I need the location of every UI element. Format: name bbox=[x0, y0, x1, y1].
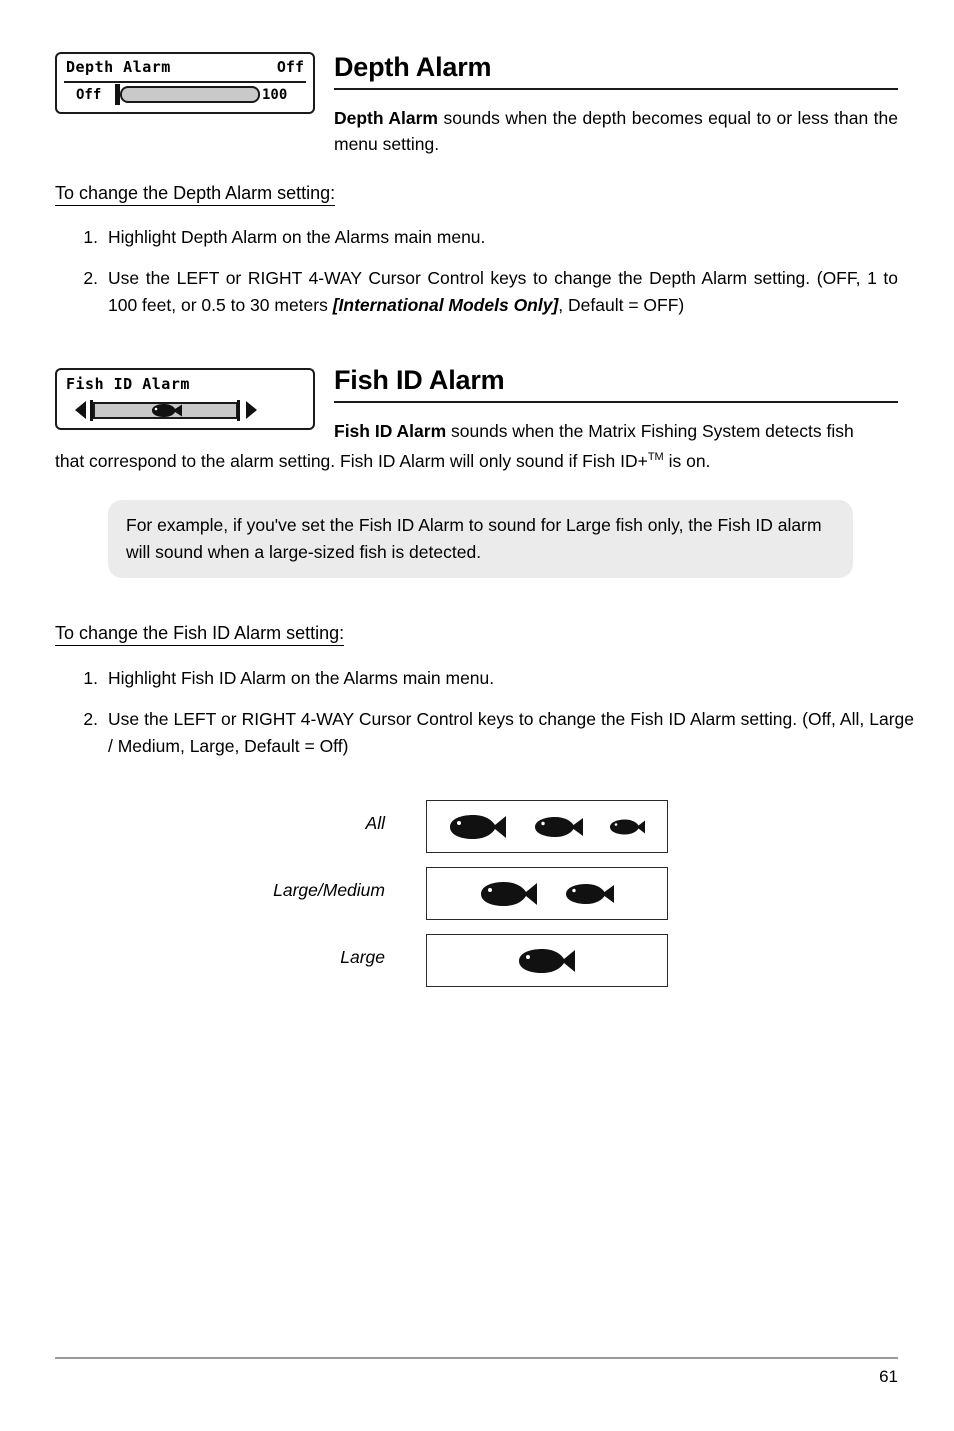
fish-id-alarm-intro-line2: that correspond to the alarm setting. Fi… bbox=[55, 444, 898, 474]
fish-option-label-all: All bbox=[365, 813, 385, 833]
example-callout-box: For example, if you've set the Fish ID A… bbox=[108, 500, 853, 578]
depth-alarm-lcd-header: Depth Alarm Off bbox=[64, 57, 306, 83]
fish-id-alarm-selector-tick-left bbox=[90, 400, 93, 421]
footer-divider bbox=[55, 1357, 898, 1359]
fish-id-alarm-intro-line2-text: that correspond to the alarm setting. Fi… bbox=[55, 450, 648, 471]
fish-id-alarm-intro-bold: Fish ID Alarm bbox=[334, 421, 447, 441]
fish-id-alarm-lcd-label: Fish ID Alarm bbox=[66, 375, 190, 393]
depth-alarm-step-2-text-c: , Default = OFF) bbox=[558, 295, 685, 315]
depth-alarm-step-2-number: 2. bbox=[83, 268, 98, 288]
example-callout-text: For example, if you've set the Fish ID A… bbox=[126, 515, 822, 562]
fish-option-box-large bbox=[426, 934, 668, 987]
depth-alarm-intro-bold: Depth Alarm bbox=[334, 108, 438, 128]
fish-id-alarm-step-1-number: 1. bbox=[83, 668, 98, 688]
fish-id-alarm-subheading: To change the Fish ID Alarm setting: bbox=[55, 623, 345, 646]
fish-option-label-large-medium: Large/Medium bbox=[273, 880, 385, 900]
left-arrow-icon bbox=[75, 401, 86, 419]
depth-alarm-heading: Depth Alarm bbox=[334, 52, 492, 82]
depth-alarm-subheading: To change the Depth Alarm setting: bbox=[55, 183, 336, 206]
fish-icon-medium bbox=[563, 881, 617, 907]
fish-id-alarm-intro-line2-tail: is on. bbox=[663, 450, 711, 471]
depth-alarm-intro-paragraph: Depth Alarm sounds when the depth become… bbox=[334, 105, 898, 157]
fish-icon-large bbox=[477, 879, 541, 909]
fish-icon-small bbox=[608, 817, 648, 837]
fish-id-alarm-intro-line1: Fish ID Alarm sounds when the Matrix Fis… bbox=[334, 418, 898, 444]
fish-id-alarm-intro-line1-text: sounds when the Matrix Fishing System de… bbox=[446, 421, 854, 441]
depth-alarm-lcd-slider-row: Off 100 bbox=[64, 84, 306, 108]
depth-alarm-slider-min-label: Off bbox=[76, 87, 102, 103]
fish-icon-large bbox=[446, 812, 510, 842]
depth-alarm-slider-knob bbox=[115, 84, 120, 105]
fish-id-alarm-step-1-text: Highlight Fish ID Alarm on the Alarms ma… bbox=[108, 668, 495, 688]
fish-id-alarm-heading: Fish ID Alarm bbox=[334, 365, 505, 395]
fish-id-alarm-step-2-text: Use the LEFT or RIGHT 4-WAY Cursor Contr… bbox=[108, 709, 914, 756]
fish-id-alarm-step-2-number: 2. bbox=[83, 709, 98, 729]
fish-option-box-all-icons bbox=[427, 801, 667, 852]
depth-alarm-lcd-widget: Depth Alarm Off Off 100 bbox=[55, 52, 315, 114]
trademark-symbol: TM bbox=[647, 451, 664, 463]
fish-id-alarm-heading-rule bbox=[334, 401, 898, 403]
depth-alarm-step-2-text: Use the LEFT or RIGHT 4-WAY Cursor Contr… bbox=[108, 265, 898, 319]
depth-alarm-step-1-number: 1. bbox=[83, 227, 98, 247]
fish-icon-small bbox=[144, 401, 186, 420]
fish-icon-medium bbox=[532, 814, 586, 840]
document-page: Depth Alarm Off Off 100 Depth Alarm Dept… bbox=[0, 0, 954, 1431]
fish-option-box-large-medium-icons bbox=[427, 868, 667, 919]
fish-option-box-large-icons bbox=[427, 935, 667, 986]
depth-alarm-step-2-emphasis: [International Models Only] bbox=[332, 295, 559, 315]
fish-option-label-large: Large bbox=[340, 947, 385, 967]
depth-alarm-lcd-value: Off bbox=[276, 58, 304, 76]
right-arrow-icon bbox=[246, 401, 257, 419]
depth-alarm-slider-track bbox=[120, 86, 260, 103]
fish-icon-large bbox=[515, 946, 579, 976]
fish-option-box-all bbox=[426, 800, 668, 853]
fish-id-alarm-lcd-widget: Fish ID Alarm bbox=[55, 368, 315, 430]
fish-option-box-large-medium bbox=[426, 867, 668, 920]
depth-alarm-heading-rule bbox=[334, 88, 898, 90]
fish-id-alarm-selector-tick-right bbox=[237, 400, 240, 421]
depth-alarm-slider-max-label: 100 bbox=[262, 87, 288, 103]
depth-alarm-step-1-text: Highlight Depth Alarm on the Alarms main… bbox=[108, 227, 486, 247]
depth-alarm-lcd-label: Depth Alarm bbox=[66, 58, 171, 76]
fish-id-alarm-lcd-selector-row bbox=[66, 400, 306, 424]
page-number: 61 bbox=[879, 1367, 898, 1386]
